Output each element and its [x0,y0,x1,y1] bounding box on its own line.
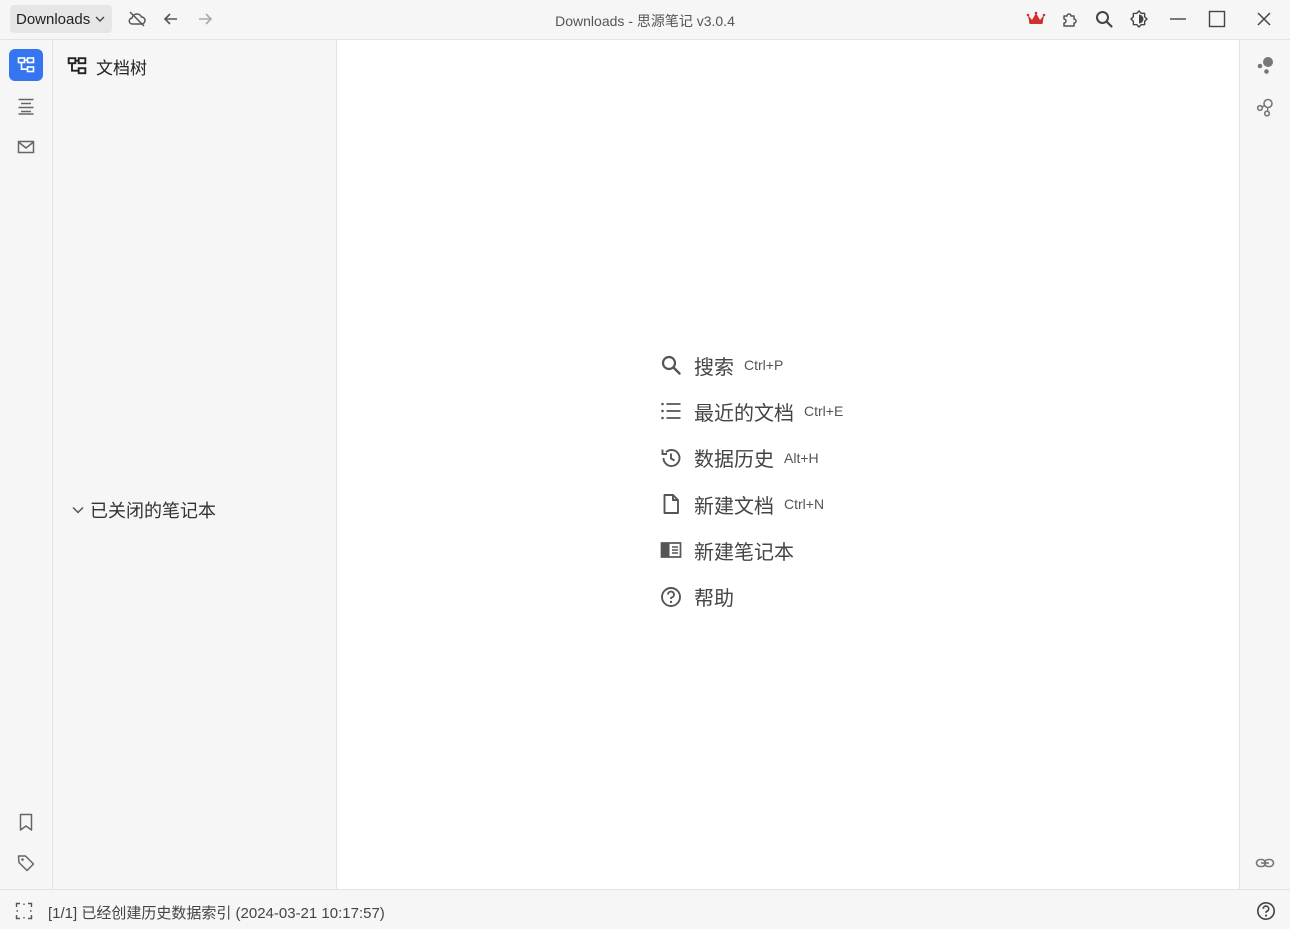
forward-arrow-icon[interactable] [195,9,215,29]
tag-dock-button[interactable] [9,847,43,879]
data-history-shortcut: Alt+H [784,449,819,466]
help-icon[interactable] [1256,901,1276,921]
data-history-action[interactable]: 数据历史 Alt+H [660,435,843,481]
graph-dock-button[interactable] [1254,54,1276,76]
plugin-icon[interactable] [1060,9,1080,29]
maximize-icon[interactable] [1207,9,1227,29]
help-label: 帮助 [694,588,734,611]
title-bar: Downloads Downloads - 思源笔记 v3.0.4 [0,0,1290,40]
editor-empty-area: 搜索 Ctrl+P 最近的文档 Ctrl+E 数据历史 Alt+H 新建文档 C… [337,40,1239,889]
new-doc-label: 新建文档 [694,495,774,518]
new-notebook-action[interactable]: 新建笔记本 [660,527,843,573]
search-action-label: 搜索 [694,356,734,379]
status-message: [1/1] 已经创建历史数据索引 (2024-03-21 10:17:57) [48,905,385,922]
backlinks-dock-button[interactable] [1254,852,1276,874]
link-icon [1255,853,1275,873]
theme-icon[interactable] [1129,9,1149,29]
crown-icon[interactable] [1026,9,1046,29]
sync-cloud-icon[interactable] [127,9,147,29]
search-icon [660,354,682,376]
status-bar: [1/1] 已经创建历史数据索引 (2024-03-21 10:17:57) [0,889,1290,929]
recent-docs-shortcut: Ctrl+E [804,403,844,420]
file-tree-icon [67,56,87,76]
new-doc-action[interactable]: 新建文档 Ctrl+N [660,481,843,527]
file-tree-dock-button[interactable] [9,49,43,81]
bookmark-dock-button[interactable] [9,806,43,838]
search-action-shortcut: Ctrl+P [744,357,784,374]
file-tree-icon [17,56,35,74]
close-icon[interactable] [1254,9,1274,29]
file-tree-panel: 文档树 已关闭的笔记本 [53,40,337,889]
inbox-icon [17,138,35,156]
back-arrow-icon[interactable] [161,9,181,29]
closed-notebooks-label: 已关闭的笔记本 [90,501,216,521]
workspace-label: Downloads [16,10,91,28]
recent-docs-label: 最近的文档 [694,402,794,425]
file-tree-header: 文档树 [67,55,147,78]
new-doc-shortcut: Ctrl+N [784,496,825,513]
outline-dock-button[interactable] [9,90,43,122]
left-dock [0,40,53,889]
closed-notebooks-toggle[interactable]: 已关闭的笔记本 [71,497,216,523]
tag-icon [17,854,35,872]
dock-toggle-icon[interactable] [14,901,34,921]
chevron-down-icon [94,13,106,25]
graph-icon [1255,55,1275,75]
recent-docs-action[interactable]: 最近的文档 Ctrl+E [660,388,843,434]
data-history-label: 数据历史 [694,449,774,472]
new-notebook-label: 新建笔记本 [694,541,794,564]
chevron-down-icon [71,503,85,517]
help-action[interactable]: 帮助 [660,573,843,619]
search-icon[interactable] [1094,9,1114,29]
workspace-button[interactable]: Downloads [10,5,113,33]
minimize-icon[interactable] [1168,9,1188,29]
global-graph-dock-button[interactable] [1254,96,1276,118]
new-doc-icon [660,493,682,515]
outline-icon [17,97,35,115]
search-action[interactable]: 搜索 Ctrl+P [660,342,843,388]
right-dock [1239,40,1290,889]
inbox-dock-button[interactable] [9,131,43,163]
history-icon [660,447,682,469]
recent-list-icon [660,400,682,422]
file-tree-title: 文档树 [96,58,147,78]
help-icon [660,586,682,608]
empty-state-actions: 搜索 Ctrl+P 最近的文档 Ctrl+E 数据历史 Alt+H 新建文档 C… [660,342,843,620]
bookmark-icon [17,813,35,831]
new-notebook-icon [660,539,682,561]
global-graph-icon [1255,97,1275,117]
